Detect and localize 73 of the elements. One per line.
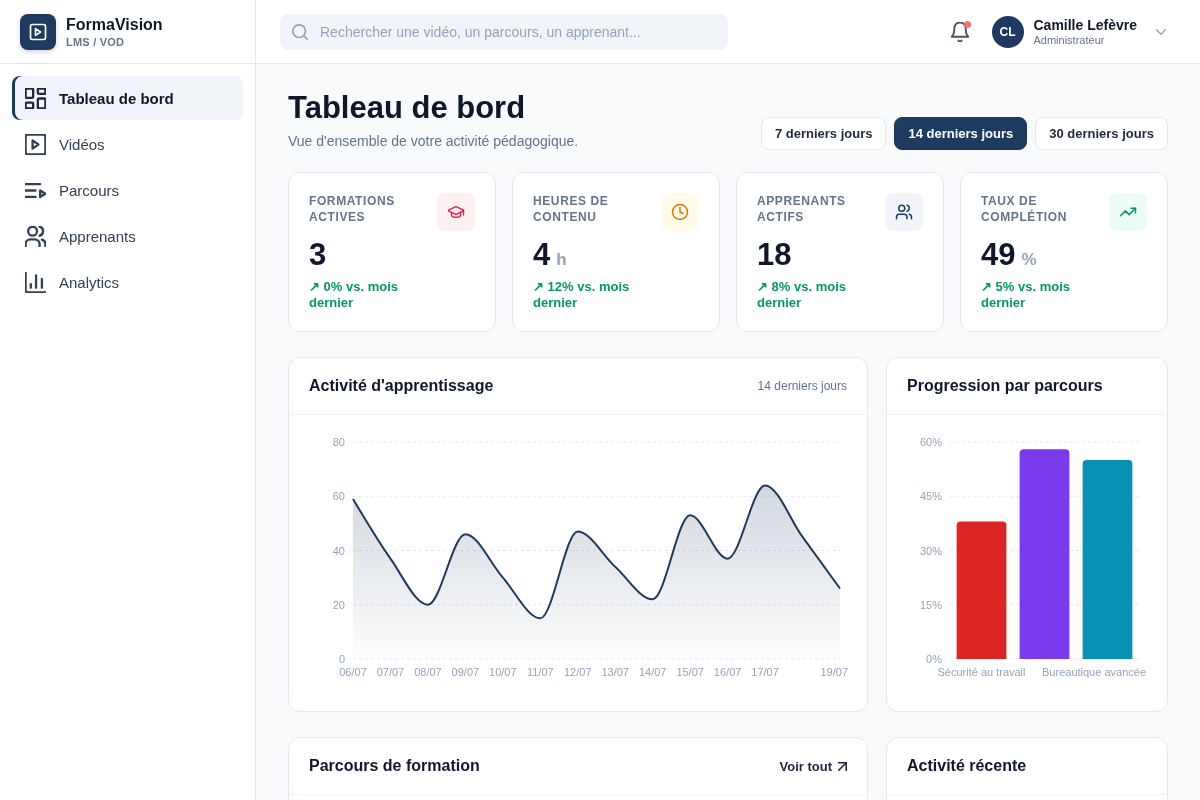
page-title: Tableau de bord <box>288 90 527 126</box>
x-axis-label: 08/07 <box>414 666 442 678</box>
nav-item[interactable]: Analytics <box>12 260 243 304</box>
y-axis-label: 45% <box>919 490 942 503</box>
x-axis-label: 13/07 <box>601 666 629 678</box>
nav-item[interactable]: Tableau de bord <box>12 76 243 120</box>
graduation-cap-icon <box>437 193 475 231</box>
nav-item[interactable]: Apprenants <box>12 214 243 258</box>
avatar: CL <box>991 15 1024 48</box>
logo-play-icon <box>20 13 56 50</box>
stat-change: ↗ 8% vs. mois dernier <box>757 279 848 311</box>
trending-up-icon <box>1109 193 1147 231</box>
stat-change: ↗ 0% vs. mois dernier <box>309 279 400 311</box>
card-title: Activité récente <box>907 757 1027 775</box>
stat-title: HEURES DE CONTENU <box>533 193 610 225</box>
x-axis-label: Sécurité au travail <box>937 666 1026 678</box>
x-axis-label: 14/07 <box>638 666 667 678</box>
y-axis-label: 15% <box>919 598 942 611</box>
search-field[interactable]: Rechercher une vidéo, un parcours, un apprenant... <box>280 13 728 50</box>
x-axis-label: 11/07 <box>526 666 554 678</box>
x-axis-label: 16/07 <box>713 666 742 678</box>
stat-change: ↗ 5% vs. mois dernier <box>981 279 1072 311</box>
period-label: 14 derniers jours <box>757 379 847 393</box>
y-axis-label: 40 <box>332 544 345 557</box>
y-axis-label: 60 <box>332 490 345 503</box>
x-axis-label: 19/07 <box>820 666 848 678</box>
stat-title: FORMATIONS ACTIVES <box>309 193 396 225</box>
users-icon <box>25 225 46 247</box>
x-axis-label: 06/07 <box>339 666 367 678</box>
chevron-down-icon[interactable] <box>1156 28 1166 35</box>
x-axis-label: 17/07 <box>751 666 779 678</box>
x-axis-label: 12/07 <box>564 666 592 678</box>
stat-value: 49 <box>981 237 1016 273</box>
page-subtitle: Vue d'ensemble de votre activité pédagogique. <box>288 132 579 150</box>
x-axis-label: 07/07 <box>376 666 405 678</box>
user-name: Camille Lefèvre <box>1033 16 1137 34</box>
search-icon <box>292 23 308 40</box>
bell-icon <box>950 21 969 42</box>
y-axis-label: 80 <box>332 436 345 448</box>
y-axis-label: 20 <box>332 598 345 611</box>
view-all-link[interactable]: Voir tout <box>779 758 847 774</box>
stat-unit: h <box>556 250 567 270</box>
brand-tagline: LMS / VOD <box>66 34 126 49</box>
users-icon <box>885 193 923 231</box>
bar-chart-icon <box>25 271 46 293</box>
range-button[interactable]: 14 derniers jours <box>894 117 1028 150</box>
arrow-up-right-icon <box>838 761 847 771</box>
stat-unit: % <box>1021 250 1037 270</box>
card-title: Progression par parcours <box>907 377 1103 395</box>
x-axis-label: 15/07 <box>676 666 704 678</box>
y-axis-label: 30% <box>919 544 942 557</box>
x-axis-label: 10/07 <box>489 666 517 678</box>
y-axis-label: 0% <box>926 653 942 665</box>
user-role: Administrateur <box>1033 33 1106 47</box>
clock-icon <box>661 193 699 231</box>
nav-item[interactable]: Parcours <box>12 168 243 212</box>
stat-title: TAUX DE COMPLÉTION <box>981 193 1068 225</box>
card-title: Parcours de formation <box>309 757 480 775</box>
stat-title: APPRENANTS ACTIFS <box>757 193 847 225</box>
brand-name: FormaVision <box>66 14 163 35</box>
layout-icon <box>25 87 46 109</box>
stat-change: ↗ 12% vs. mois dernier <box>533 279 631 311</box>
stat-value: 18 <box>757 237 792 273</box>
y-axis-label: 0 <box>338 653 345 665</box>
y-axis-label: 60% <box>919 436 942 448</box>
range-button[interactable]: 30 derniers jours <box>1035 117 1168 150</box>
x-axis-label: Bureautique avancée <box>1042 666 1146 678</box>
nav-item[interactable]: Vidéos <box>12 122 243 166</box>
stat-value: 3 <box>309 237 327 273</box>
range-button[interactable]: 7 derniers jours <box>760 117 887 150</box>
card-title: Activité d'apprentissage <box>309 377 494 395</box>
stat-value: 4 <box>533 237 551 273</box>
x-axis-label: 09/07 <box>451 666 480 678</box>
